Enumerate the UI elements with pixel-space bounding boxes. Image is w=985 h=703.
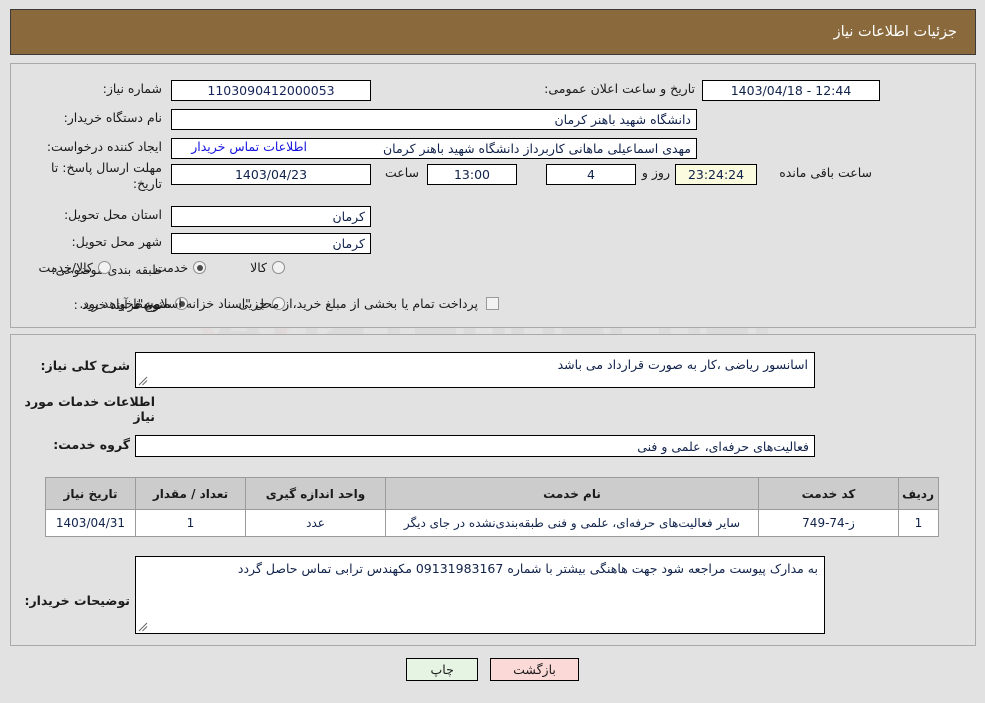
- service-group-field[interactable]: فعالیت‌های حرفه‌ای، علمی و فنی: [135, 435, 815, 457]
- table-row: 1 ز-74-749 سایر فعالیت‌های حرفه‌ای، علمی…: [45, 509, 939, 537]
- province-field[interactable]: کرمان: [171, 206, 371, 227]
- days-word-label: روز و: [641, 165, 670, 180]
- contact-link-wrap: اطلاعات تماس خریدار: [191, 139, 307, 154]
- buyer-org-field-wrap: دانشگاه شهید باهنر کرمان: [171, 109, 697, 130]
- page-header: جزئیات اطلاعات نیاز: [10, 9, 976, 55]
- cell-service-code: ز-74-749: [758, 509, 899, 537]
- hour-label-wrap: ساعت: [385, 165, 419, 180]
- category-option-kala-khedmat[interactable]: کالا/خدمت: [36, 260, 111, 275]
- buyer-notes-text: به مدارک پیوست مراجعه شود جهت هاهنگی بیش…: [237, 561, 818, 576]
- city-label: شهر محل تحویل:: [71, 234, 162, 249]
- announce-datetime-label-wrap: تاریخ و ساعت اعلان عمومی:: [544, 81, 695, 96]
- cell-row-no: 1: [898, 509, 939, 537]
- resize-grip-icon-2[interactable]: [138, 622, 148, 632]
- cell-unit: عدد: [245, 509, 386, 537]
- treasury-checkbox-wrap: پرداخت تمام یا بخشی از مبلغ خرید،از محل …: [79, 296, 499, 311]
- deadline-date-field[interactable]: 1403/04/23: [171, 164, 371, 185]
- buyer-notes-label-wrap: توضیحات خریدار:: [24, 593, 130, 608]
- category-option-khedmat[interactable]: خدمت: [153, 260, 207, 275]
- city-label-wrap: شهر محل تحویل:: [72, 234, 162, 249]
- services-table-wrap: ردیف کد خدمت نام خدمت واحد اندازه گیری ت…: [45, 477, 939, 537]
- buyer-notes-label: توضیحات خریدار:: [24, 593, 130, 608]
- need-summary-label-wrap: شرح کلی نیاز:: [41, 358, 130, 373]
- resize-grip-icon[interactable]: [138, 376, 148, 386]
- buyer-org-field[interactable]: دانشگاه شهید باهنر کرمان: [171, 109, 697, 130]
- need-info-panel: [10, 63, 976, 328]
- category-option-khedmat-label: خدمت: [154, 260, 189, 275]
- services-table: ردیف کد خدمت نام خدمت واحد اندازه گیری ت…: [45, 477, 939, 537]
- col-need-date: تاریخ نیاز: [45, 477, 136, 510]
- col-unit: واحد اندازه گیری: [245, 477, 386, 510]
- col-row-no: ردیف: [898, 477, 939, 510]
- announce-datetime-label: تاریخ و ساعت اعلان عمومی:: [544, 81, 695, 96]
- remaining-suffix-label: ساعت باقی مانده: [779, 165, 872, 180]
- requester-label: ایجاد کننده درخواست:: [46, 139, 162, 154]
- deadline-time-wrap: 13:00: [427, 164, 517, 185]
- need-summary-text: اسانسور ریاضی ،کار به صورت قرارداد می با…: [557, 357, 808, 372]
- cell-need-date: 1403/04/31: [45, 509, 136, 537]
- deadline-hour-label: ساعت: [384, 165, 419, 180]
- radio-kala-icon[interactable]: [272, 261, 285, 274]
- city-field-wrap: کرمان: [171, 233, 371, 254]
- buyer-contact-link[interactable]: اطلاعات تماس خریدار: [191, 139, 307, 154]
- deadline-date-wrap: 1403/04/23: [171, 164, 371, 185]
- page-title: جزئیات اطلاعات نیاز: [833, 24, 957, 40]
- need-number-label: شماره نیاز:: [102, 81, 162, 96]
- table-header-row: ردیف کد خدمت نام خدمت واحد اندازه گیری ت…: [45, 477, 939, 510]
- service-group-label: گروه خدمت:: [53, 437, 130, 452]
- treasury-checkbox[interactable]: [486, 297, 499, 310]
- need-summary-textarea[interactable]: اسانسور ریاضی ،کار به صورت قرارداد می با…: [135, 352, 815, 388]
- need-number-field-wrap: 1103090412000053: [171, 80, 371, 101]
- radio-kala-khedmat-icon[interactable]: [97, 261, 111, 274]
- buyer-notes-textarea[interactable]: به مدارک پیوست مراجعه شود جهت هاهنگی بیش…: [135, 556, 825, 634]
- service-group-label-wrap: گروه خدمت:: [53, 437, 130, 452]
- need-summary-label: شرح کلی نیاز:: [40, 358, 130, 373]
- announce-datetime-field-wrap: 12:44 - 1403/04/18: [702, 80, 880, 101]
- service-group-field-wrap: فعالیت‌های حرفه‌ای، علمی و فنی: [135, 435, 815, 457]
- province-label: استان محل تحویل:: [63, 207, 162, 222]
- cell-quantity: 1: [135, 509, 246, 537]
- buyer-org-label-wrap: نام دستگاه خریدار:: [64, 110, 162, 125]
- countdown-timer-field: 23:24:24: [675, 164, 757, 185]
- deadline-time-field[interactable]: 13:00: [427, 164, 517, 185]
- category-option-kala-khedmat-label: کالا/خدمت: [38, 260, 93, 275]
- countdown-wrap: 23:24:24: [675, 164, 757, 185]
- deadline-label-wrap: مهلت ارسال پاسخ: تا تاریخ:: [27, 160, 162, 192]
- category-option-kala-label: کالا: [250, 260, 267, 275]
- deadline-label: مهلت ارسال پاسخ: تا تاریخ:: [51, 160, 162, 191]
- remaining-suffix-wrap: ساعت باقی مانده: [779, 165, 872, 180]
- col-quantity: تعداد / مقدار: [135, 477, 246, 510]
- return-button[interactable]: بازگشت: [490, 658, 579, 681]
- days-remaining-field[interactable]: 4: [546, 164, 636, 185]
- province-field-wrap: کرمان: [171, 206, 371, 227]
- city-field[interactable]: کرمان: [171, 233, 371, 254]
- print-button[interactable]: چاپ: [406, 658, 479, 681]
- province-label-wrap: استان محل تحویل:: [64, 207, 162, 222]
- radio-khedmat-icon[interactable]: [193, 261, 207, 274]
- services-section-heading: اطلاعات خدمات مورد نیاز: [24, 394, 155, 424]
- need-number-field[interactable]: 1103090412000053: [171, 80, 371, 101]
- announce-datetime-field[interactable]: 12:44 - 1403/04/18: [702, 80, 880, 101]
- cell-service-name: سایر فعالیت‌های حرفه‌ای، علمی و فنی طبقه…: [385, 509, 759, 537]
- days-remaining-wrap: 4: [546, 164, 636, 185]
- page-root: AriaTender.net جزئیات اطلاعات نیاز شماره…: [0, 0, 985, 703]
- col-service-name: نام خدمت: [385, 477, 759, 510]
- need-number-label-wrap: شماره نیاز:: [103, 81, 162, 96]
- requester-label-wrap: ایجاد کننده درخواست:: [47, 139, 162, 154]
- footer-button-bar: بازگشت چاپ: [0, 658, 985, 681]
- category-option-kala[interactable]: کالا: [248, 260, 285, 275]
- category-radio-group: کالا خدمت کالا/خدمت: [36, 260, 285, 275]
- days-word-wrap: روز و: [642, 165, 670, 180]
- col-service-code: کد خدمت: [758, 477, 899, 510]
- buyer-org-label: نام دستگاه خریدار:: [63, 110, 162, 125]
- treasury-checkbox-label: پرداخت تمام یا بخشی از مبلغ خرید،از محل …: [79, 296, 478, 311]
